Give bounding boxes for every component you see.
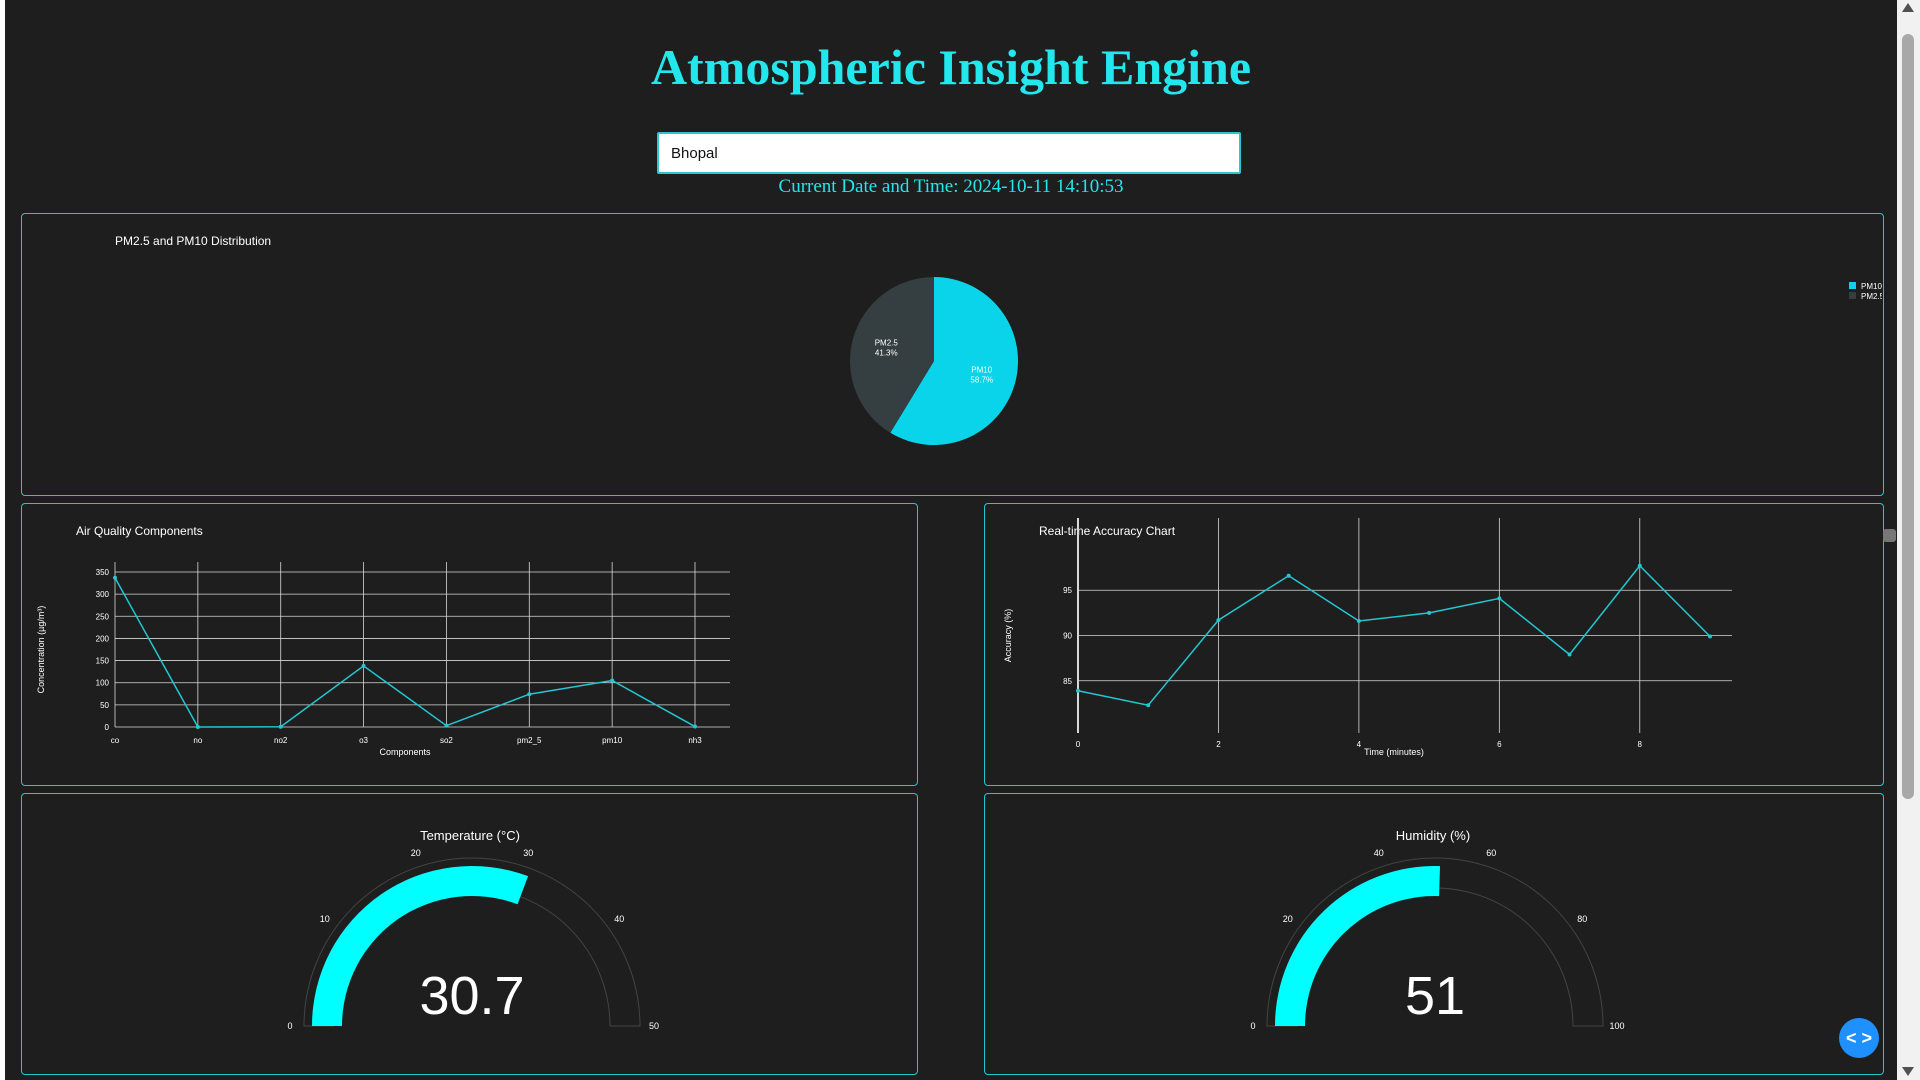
gauge-tick-label: 40 <box>1374 848 1384 858</box>
code-icon: < > <box>1845 1028 1873 1048</box>
data-point <box>1216 618 1221 623</box>
y-tick-label: 300 <box>96 590 110 599</box>
y-tick-label: 100 <box>96 679 110 688</box>
y-tick-label: 250 <box>96 612 110 621</box>
x-axis-title: Time (minutes) <box>1364 747 1424 757</box>
humidity-gauge: 0 20 40 60 80 100 Humidity (%) 51 <box>1250 828 1624 1031</box>
x-tick-label: 6 <box>1497 740 1502 749</box>
data-point <box>1076 688 1080 693</box>
y-tick-label: 90 <box>1063 632 1072 641</box>
x-tick-label: no <box>193 736 202 745</box>
x-tick-label: so2 <box>440 736 453 745</box>
x-tick-label: co <box>111 736 120 745</box>
gauge-value: 51 <box>1405 966 1465 1026</box>
x-tick-label: 0 <box>1076 740 1081 749</box>
gauge-tick-label: 40 <box>614 914 624 924</box>
data-point <box>1708 634 1712 639</box>
data-point <box>527 692 532 697</box>
y-tick-label: 200 <box>96 634 110 643</box>
data-point <box>610 678 615 683</box>
pie-percent-label: 58.7% <box>970 375 993 384</box>
y-tick-label: 85 <box>1063 677 1072 686</box>
pie-label: PM10 <box>971 365 992 374</box>
city-search-input[interactable] <box>657 132 1241 174</box>
scrollbar[interactable] <box>1897 0 1920 1080</box>
data-point <box>1356 619 1361 624</box>
temperature-panel: 0 10 20 30 40 50 Temperature (°C) 30.7 <box>21 793 918 1075</box>
y-tick-label: 350 <box>96 568 110 577</box>
legend-entry: PM10 <box>1861 282 1882 291</box>
data-point <box>1427 610 1432 615</box>
gauge-tick-label: 20 <box>1283 914 1293 924</box>
gauge-title: Humidity (%) <box>1396 828 1470 843</box>
legend-entry: PM2.5 <box>1861 292 1882 301</box>
y-axis-title: Accuracy (%) <box>1003 609 1013 663</box>
temperature-gauge: 0 10 20 30 40 50 Temperature (°C) 30.7 <box>287 828 659 1031</box>
y-tick-label: 150 <box>96 657 110 666</box>
scroll-up-icon[interactable] <box>1902 3 1914 12</box>
air-quality-chart: 0 50 100 150 200 250 300 350 co no no2 o3 so2 pm2_5 pm… <box>36 562 730 757</box>
data-point <box>444 723 449 728</box>
y-tick-label: 95 <box>1063 586 1072 595</box>
data-point <box>1146 703 1151 708</box>
pie-chart: PM1058.7%PM2.541.3%PM10PM2.5 <box>850 277 1882 445</box>
pie-label: PM2.5 <box>875 339 899 348</box>
code-toggle-button[interactable]: < > <box>1839 1018 1879 1058</box>
data-point <box>1286 573 1291 578</box>
x-tick-label: pm10 <box>602 736 623 745</box>
gauge-value: 30.7 <box>419 966 524 1026</box>
x-tick-label: o3 <box>359 736 368 745</box>
gauge-tick-label: 30 <box>523 848 533 858</box>
gauge-tick-label: 80 <box>1577 914 1587 924</box>
drag-handle[interactable] <box>1883 529 1896 542</box>
y-tick-label: 0 <box>105 723 110 732</box>
legend-swatch <box>1849 292 1856 299</box>
x-tick-label: 4 <box>1357 740 1362 749</box>
accuracy-chart: 85 90 95 0 2 4 6 8 Time (minutes) Accuracy (%) <box>1003 518 1732 757</box>
scrollbar-thumb[interactable] <box>1902 34 1914 799</box>
page-title: Atmospheric Insight Engine <box>650 39 1252 95</box>
legend-swatch <box>1849 282 1856 289</box>
gauge-tick-label: 10 <box>320 914 330 924</box>
x-tick-label: 8 <box>1638 740 1643 749</box>
x-axis-title: Components <box>379 747 431 757</box>
pie-percent-label: 41.3% <box>875 349 898 358</box>
data-point <box>1497 596 1502 601</box>
x-tick-label: no2 <box>274 736 288 745</box>
current-datetime: Current Date and Time: 2024-10-11 14:10:… <box>778 176 1124 197</box>
accuracy-panel: Real-time Accuracy Chart 85 90 95 0 2 4 6 8 Time… <box>984 503 1884 786</box>
x-tick-label: 2 <box>1216 740 1221 749</box>
pie-chart-panel: PM2.5 and PM10 Distribution PM10 58.7% PM2… <box>21 213 1884 496</box>
gauge-tick-label: 60 <box>1486 848 1496 858</box>
gauge-tick-label: 50 <box>649 1021 659 1031</box>
scroll-down-icon[interactable] <box>1902 1067 1914 1076</box>
data-point <box>113 575 117 580</box>
dashboard: Atmospheric Insight Engine Current Date … <box>5 0 1897 1080</box>
gauge-title: Temperature (°C) <box>420 828 520 843</box>
data-point <box>693 724 697 729</box>
y-tick-label: 50 <box>100 701 109 710</box>
data-point <box>1567 652 1572 657</box>
gauge-tick-label: 100 <box>1609 1021 1624 1031</box>
gauge-tick-label: 0 <box>287 1021 292 1031</box>
gauge-tick-label: 20 <box>411 848 421 858</box>
humidity-panel: 0 20 40 60 80 100 Humidity (%) 51 <box>984 793 1884 1075</box>
x-tick-label: pm2_5 <box>517 736 542 745</box>
y-axis-title: Concentration (µg/m³) <box>36 606 46 694</box>
x-tick-label: nh3 <box>688 736 702 745</box>
data-point <box>195 725 200 729</box>
data-point <box>1637 563 1642 568</box>
data-point <box>361 663 366 668</box>
air-quality-panel: Air Quality Components 0 50 100 150 200 250 30… <box>21 503 918 786</box>
gauge-tick-label: 0 <box>1250 1021 1255 1031</box>
data-point <box>278 724 283 729</box>
